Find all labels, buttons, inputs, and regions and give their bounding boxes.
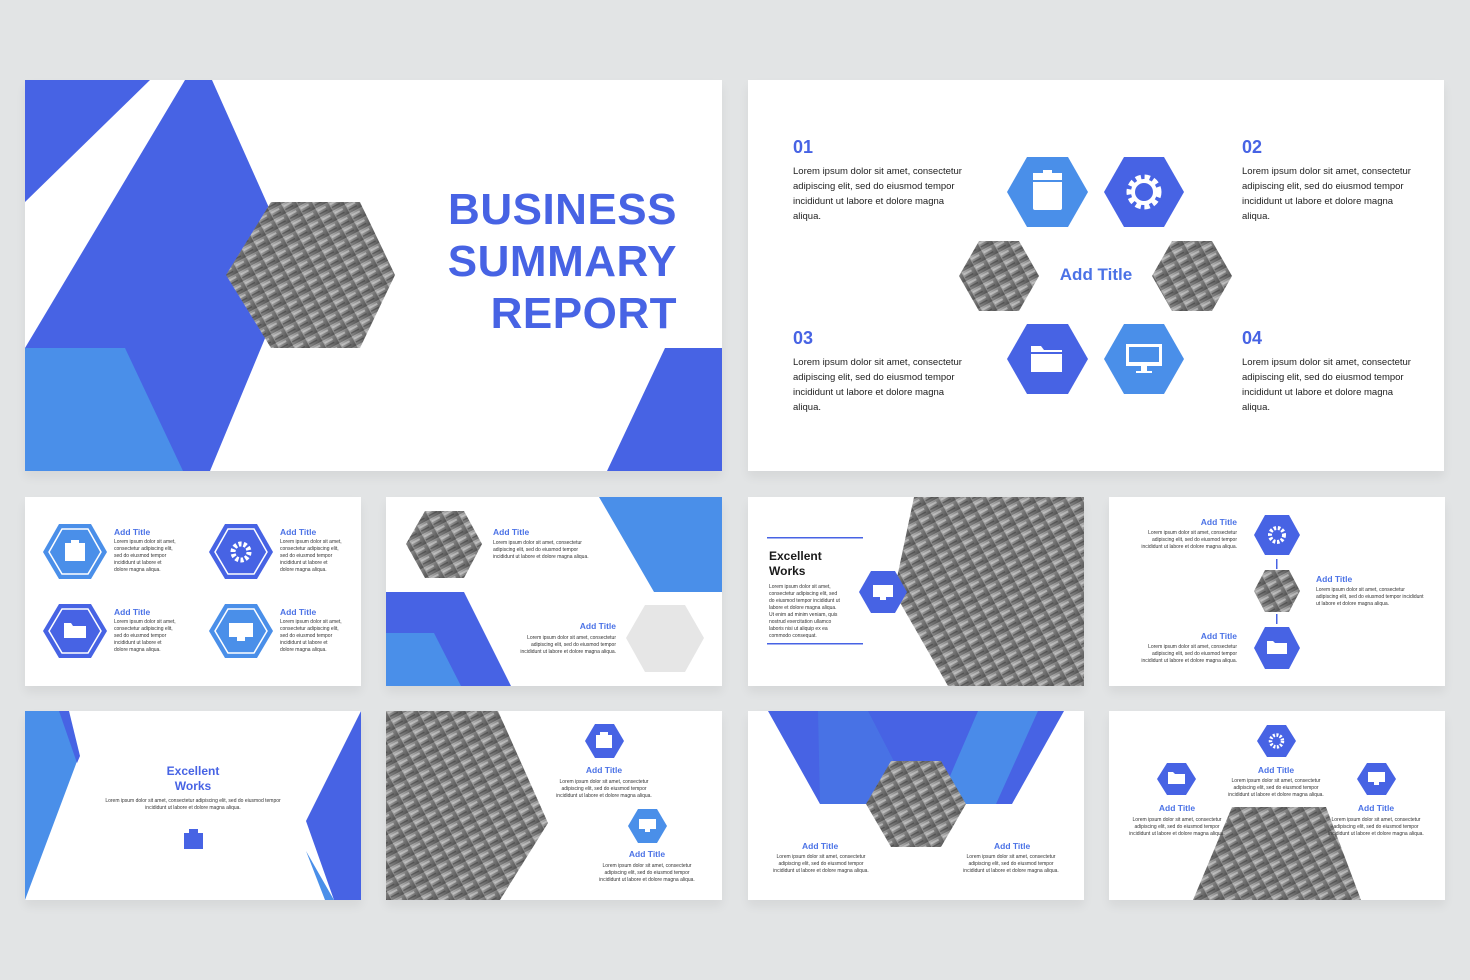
grid-item-title-1: Add Title — [114, 527, 151, 537]
grid-item-text-3: Lorem ipsum dolor sit amet, consectetur … — [114, 619, 176, 653]
banner-title-2: Add Title — [994, 841, 1031, 851]
building-photo — [894, 497, 1084, 686]
list-text-1: Lorem ipsum dolor sit amet, consectetur … — [556, 779, 652, 799]
list-text-2: Lorem ipsum dolor sit amet, consectetur … — [599, 863, 695, 883]
timeline-title-1: Add Title — [1200, 517, 1237, 527]
pyramid-text-top: Lorem ipsum dolor sit amet, consectetur … — [1228, 778, 1324, 798]
title-line1: Excellent — [166, 764, 220, 778]
excellent-works-paragraph: Lorem ipsum dolor sit amet, consectetur … — [105, 798, 281, 811]
building-photo-left — [959, 241, 1039, 311]
clipboard-icon — [43, 524, 107, 579]
monitor-icon — [209, 604, 273, 658]
building-photo-hexagon — [1254, 570, 1300, 612]
grid-item-text-1: Lorem ipsum dolor sit amet, consectetur … — [114, 539, 176, 573]
timeline-text-2: Lorem ipsum dolor sit amet, consectetur … — [1316, 587, 1424, 607]
timeline-title-3: Add Title — [1200, 631, 1237, 641]
center-add-title: Add Title — [1059, 265, 1133, 284]
two-blocks-decoration — [386, 497, 722, 686]
gear-icon — [209, 524, 273, 579]
pyramid-text-right: Lorem ipsum dolor sit amet, consectetur … — [1328, 817, 1424, 837]
building-photo-right — [1152, 241, 1232, 311]
banner-text-2: Lorem ipsum dolor sit amet, consectetur … — [963, 854, 1059, 874]
list-title-2: Add Title — [628, 849, 666, 859]
folder-icon — [1254, 627, 1300, 669]
slide-pyramid-layout[interactable]: Add Title Lorem ipsum dolor sit amet, co… — [1109, 711, 1445, 900]
grid-item-text-4: Lorem ipsum dolor sit amet, consectetur … — [280, 619, 342, 653]
folder-icon — [1007, 324, 1088, 394]
gear-icon — [1104, 157, 1184, 227]
slide-photo-right-list[interactable]: Add Title Lorem ipsum dolor sit amet, co… — [386, 711, 722, 900]
building-photo-hexagon — [406, 511, 482, 578]
heading-line2: Works — [769, 564, 806, 578]
pyramid-title-left: Add Title — [1158, 803, 1196, 813]
block-text-2: Lorem ipsum dolor sit amet, consectetur … — [520, 635, 616, 655]
grid-item-title-4: Add Title — [280, 607, 317, 617]
excellent-works-text: Lorem ipsum dolor sit amet, consectetur … — [769, 584, 840, 639]
slide-four-points[interactable]: 01 Lorem ipsum dolor sit amet, consectet… — [748, 80, 1444, 471]
block-title-2: Add Title — [579, 621, 616, 631]
folder-icon — [43, 604, 107, 658]
slide-icon-grid[interactable]: Add Title Lorem ipsum dolor sit amet, co… — [25, 497, 361, 686]
slide-excellent-works-photo[interactable]: Excellent Works Lorem ipsum dolor sit am… — [748, 497, 1084, 686]
slide-timeline-vertical[interactable]: Add Title Lorem ipsum dolor sit amet, co… — [1109, 497, 1445, 686]
clipboard-icon — [184, 829, 203, 849]
grid-item-title-3: Add Title — [114, 607, 151, 617]
icon-grid-hexagons — [43, 524, 273, 658]
monitor-icon — [628, 809, 667, 843]
heading-line1: Excellent — [769, 549, 822, 563]
excellent-works-title: Excellent Works — [143, 764, 243, 794]
block-text-1: Lorem ipsum dolor sit amet, consectetur … — [493, 540, 589, 560]
clipboard-icon — [1007, 157, 1088, 227]
monitor-icon — [1104, 324, 1184, 394]
clipboard-icon — [585, 724, 624, 758]
empty-hexagon — [626, 605, 704, 672]
timeline-text-1: Lorem ipsum dolor sit amet, consectetur … — [1141, 530, 1237, 550]
cover-title-line1: BUSINESS — [448, 185, 677, 234]
excellent-works-heading: Excellent Works — [769, 549, 822, 579]
cover-title-line3: REPORT — [490, 289, 677, 338]
grid-item-title-2: Add Title — [280, 527, 317, 537]
banner-title-1: Add Title — [802, 841, 839, 851]
slide-excellent-works-center[interactable]: Excellent Works Lorem ipsum dolor sit am… — [25, 711, 361, 900]
grid-item-text-2: Lorem ipsum dolor sit amet, consectetur … — [280, 539, 342, 573]
slide-two-blocks[interactable]: Add Title Lorem ipsum dolor sit amet, co… — [386, 497, 722, 686]
title-line2: Works — [174, 779, 212, 793]
cover-title-line2: SUMMARY — [447, 237, 677, 286]
building-photo — [386, 711, 548, 900]
timeline-title-2: Add Title — [1316, 574, 1353, 584]
list-title-1: Add Title — [585, 765, 623, 775]
pyramid-title-top: Add Title — [1257, 765, 1295, 775]
gear-icon — [1254, 515, 1300, 555]
slide-cover[interactable]: BUSINESS SUMMARY REPORT — [25, 80, 722, 471]
folder-icon — [1157, 763, 1196, 795]
pyramid-title-right: Add Title — [1357, 803, 1395, 813]
monitor-icon — [1357, 763, 1396, 795]
banner-text-1: Lorem ipsum dolor sit amet, consectetur … — [773, 854, 869, 874]
slide-top-banner[interactable]: Add Title Lorem ipsum dolor sit amet, co… — [748, 711, 1084, 900]
gear-icon — [1257, 725, 1296, 757]
pyramid-text-left: Lorem ipsum dolor sit amet, consectetur … — [1129, 817, 1225, 837]
block-title-1: Add Title — [493, 527, 530, 537]
timeline-text-3: Lorem ipsum dolor sit amet, consectetur … — [1141, 644, 1237, 664]
